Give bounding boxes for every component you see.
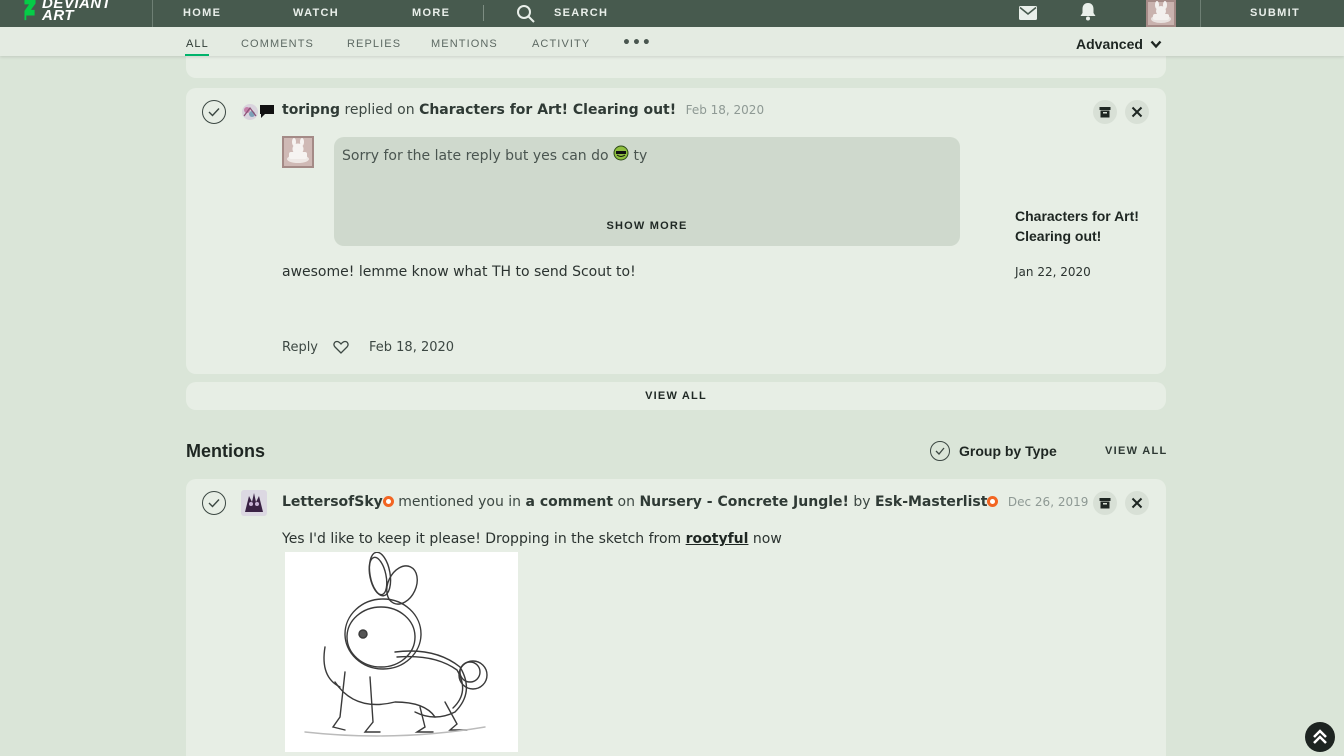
tab-all[interactable]: ALL [186,38,209,50]
archive-button[interactable] [1093,491,1117,515]
notifications-bell-icon[interactable] [1079,2,1097,21]
archive-icon [1099,107,1111,118]
top-nav: DEVIANT ART HOME WATCH MORE SEARCH SUBMI… [0,0,1344,27]
deviation-link[interactable]: Characters for Art! Clearing out! [419,102,676,118]
username-link[interactable]: LettersofSky [282,494,383,510]
show-more-button[interactable]: SHOW MORE [334,220,960,232]
deviation-link[interactable]: Nursery - Concrete Jungle! [639,494,848,510]
nav-divider [1200,0,1201,27]
double-chevron-up-icon [1313,729,1327,744]
select-checkbox[interactable] [202,491,226,515]
nav-home[interactable]: HOME [183,7,221,19]
notification-header: LettersofSky mentioned you in a comment … [282,494,1088,510]
action-on-text: on [617,494,635,510]
notification-date: Feb 18, 2020 [685,103,765,117]
by-text: by [853,494,871,510]
quoted-comment: Sorry for the late reply but yes can do … [334,137,960,246]
user-avatar[interactable] [1146,0,1176,27]
reply-text: awesome! lemme know what TH to send Scou… [282,264,636,280]
nav-more[interactable]: MORE [412,7,450,19]
sketch-image[interactable] [285,552,518,752]
view-all-mentions-link[interactable]: VIEW ALL [1105,445,1168,457]
view-all-replies-button[interactable]: VIEW ALL [186,382,1166,410]
tab-mentions[interactable]: MENTIONS [431,38,498,50]
user-avatar[interactable] [241,490,267,516]
select-checkbox[interactable] [202,100,226,124]
quoted-suffix: ty [633,148,648,164]
author-link[interactable]: Esk-Masterlist [875,494,987,510]
deviation-title[interactable]: Characters for Art! Clearing out! [1015,206,1145,246]
mention-notification-card: LettersofSky mentioned you in a comment … [186,479,1166,756]
mentioned-user-link[interactable]: rootyful [686,531,749,547]
search-input[interactable]: SEARCH [554,7,608,19]
scroll-to-top-button[interactable] [1305,722,1335,752]
comment-date: Feb 18, 2020 [369,340,455,355]
logo-text: DEVIANT ART [42,0,111,23]
close-icon [1131,497,1143,509]
notifications-subnav: ALL COMMENTS REPLIES MENTIONS ACTIVITY •… [0,27,1344,56]
heart-icon[interactable] [333,340,349,354]
submit-button[interactable]: SUBMIT [1250,7,1300,19]
deviantart-logo[interactable]: DEVIANT ART [22,0,111,27]
advanced-filter-dropdown[interactable]: Advanced [1076,36,1143,52]
close-icon [1131,106,1143,118]
nav-divider [483,5,484,21]
mail-icon[interactable] [1019,6,1037,20]
notification-header: toripng replied on Characters for Art! C… [282,102,764,118]
check-icon [208,499,220,508]
section-title-mentions: Mentions [186,441,265,461]
chevron-down-icon[interactable] [1150,40,1162,49]
active-tab-underline [185,54,209,56]
reply-notification-card: toripng replied on Characters for Art! C… [186,88,1166,374]
user-avatar[interactable] [240,101,260,123]
tab-activity[interactable]: ACTIVITY [532,38,590,50]
core-member-badge-icon [382,496,394,507]
comment-bubble-icon [260,105,274,118]
quoted-text: Sorry for the late reply but yes can do [342,148,609,164]
notification-date: Dec 26, 2019 [1007,495,1089,509]
tab-replies[interactable]: REPLIES [347,38,401,50]
recipient-avatar[interactable] [282,136,314,168]
check-icon [208,108,220,117]
archive-icon [1099,498,1111,509]
emoticon-icon [613,145,629,161]
action-text: replied on [344,102,415,118]
mention-text-end: now [752,531,782,547]
quoted-comment-text: Sorry for the late reply but yes can do … [342,145,647,164]
group-by-type-label[interactable]: Group by Type [959,443,1057,459]
nav-divider [152,0,153,27]
check-icon [935,447,945,455]
action-text: mentioned you in [398,494,522,510]
mention-body: Yes I'd like to keep it please! Dropping… [282,531,782,547]
tab-more-menu[interactable]: ••• [622,35,652,51]
dismiss-button[interactable] [1125,491,1149,515]
core-member-badge-icon [987,496,999,507]
dismiss-button[interactable] [1125,100,1149,124]
comment-link[interactable]: a comment [526,494,614,510]
deviation-date: Jan 22, 2020 [1015,265,1091,279]
mention-text: Yes I'd like to keep it please! Dropping… [282,531,682,547]
search-icon[interactable] [516,4,536,23]
deviantart-logo-icon [24,0,36,21]
username-link[interactable]: toripng [282,102,340,118]
reply-button[interactable]: Reply [282,340,318,355]
tab-comments[interactable]: COMMENTS [241,38,314,50]
group-by-type-toggle[interactable] [930,441,950,461]
archive-button[interactable] [1093,100,1117,124]
nav-watch[interactable]: WATCH [293,7,339,19]
